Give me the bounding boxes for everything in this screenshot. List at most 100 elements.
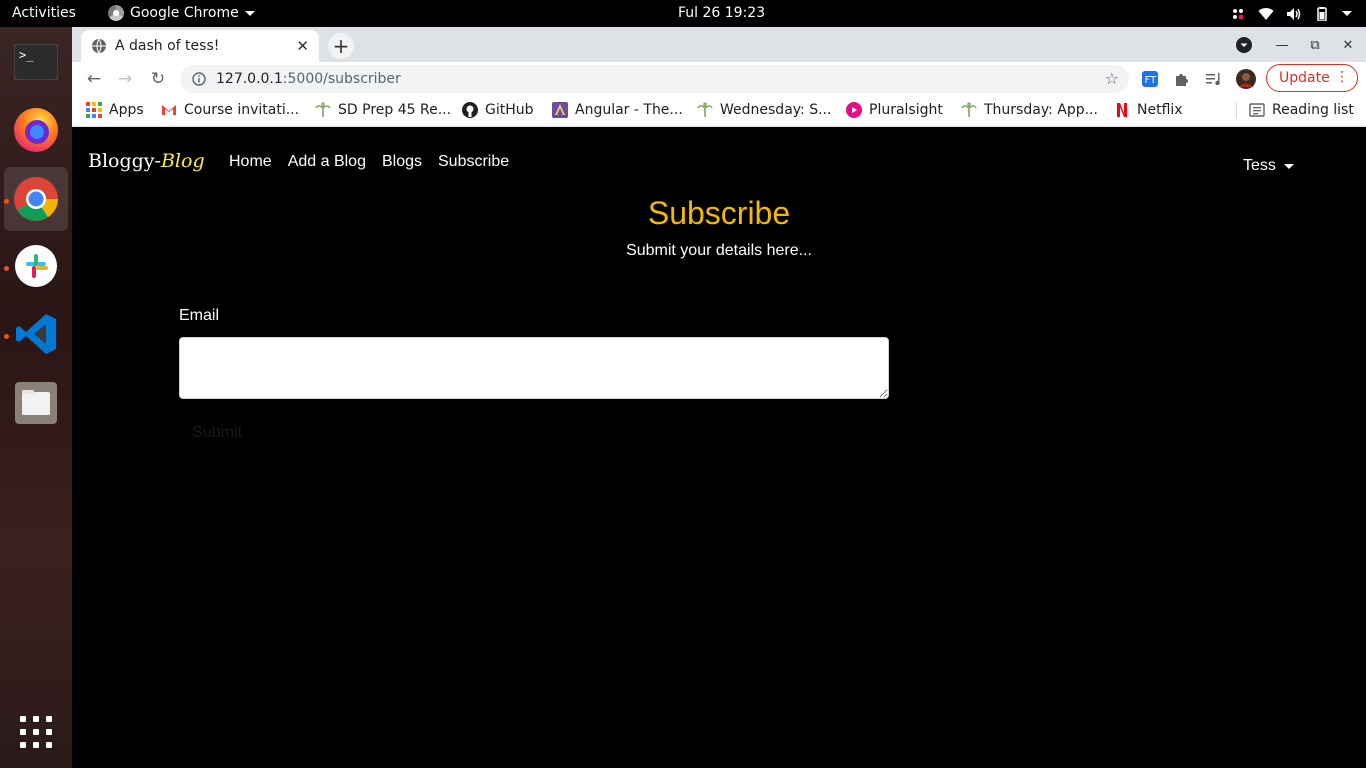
- email-field[interactable]: [179, 337, 889, 399]
- running-indicator: [4, 334, 9, 339]
- gmail-icon: [162, 105, 176, 115]
- tab-search-icon: [1236, 37, 1252, 53]
- bookmark-label: Course invitati...: [184, 102, 300, 118]
- system-top-bar: Activities Google Chrome Ful 26 19:23: [0, 0, 1366, 27]
- chrome-icon: [108, 5, 124, 21]
- dock: >_: [0, 27, 72, 768]
- nav-home[interactable]: Home: [229, 153, 272, 171]
- bookmark-label: SD Prep 45 Re...: [338, 102, 452, 118]
- app-menu[interactable]: Google Chrome: [108, 5, 255, 21]
- submit-button[interactable]: Submit: [179, 421, 255, 445]
- apps-grid-icon: [86, 102, 102, 118]
- extension-ft-icon: FT: [1142, 71, 1158, 87]
- chevron-down-icon: [244, 10, 255, 16]
- minimize-button[interactable]: —: [1270, 33, 1294, 57]
- bookmark-sd-prep[interactable]: SD Prep 45 Re...: [315, 102, 451, 118]
- palm-tree-icon: [961, 102, 977, 117]
- angular-logo-icon: [552, 102, 568, 118]
- site-brand[interactable]: Bloggy-Blog: [88, 150, 205, 172]
- minimize-icon: —: [1275, 37, 1289, 53]
- reading-list-button[interactable]: Reading list: [1236, 102, 1354, 118]
- page-title: Subscribe: [647, 195, 791, 231]
- bookmark-netflix[interactable]: Netflix: [1114, 102, 1183, 118]
- wifi-icon: [1258, 7, 1274, 21]
- volume-icon: [1286, 7, 1302, 21]
- palm-tree-icon: [315, 102, 331, 117]
- nav-subscribe[interactable]: Subscribe: [438, 153, 509, 171]
- pluralsight-icon: [846, 102, 862, 118]
- activities-button[interactable]: Activities: [12, 5, 76, 21]
- globe-icon: [92, 38, 106, 54]
- terminal-icon: >_: [14, 44, 58, 80]
- bookmark-apps[interactable]: Apps: [86, 102, 144, 118]
- chrome-icon: [14, 177, 58, 221]
- bookmark-course-invitation[interactable]: Course invitati...: [161, 102, 299, 118]
- update-button[interactable]: Update ⋮: [1266, 64, 1358, 92]
- running-indicator: [4, 266, 9, 271]
- puzzle-icon: [1176, 74, 1188, 86]
- page-subtitle: Submit your details here...: [626, 242, 812, 259]
- dock-chrome[interactable]: [4, 167, 68, 231]
- nav-blogs[interactable]: Blogs: [382, 153, 422, 171]
- url-path: :5000/subscriber: [282, 71, 401, 87]
- system-tray[interactable]: [1230, 0, 1366, 27]
- info-icon: [192, 72, 206, 86]
- close-icon: ✕: [1342, 37, 1354, 53]
- bookmark-label: Netflix: [1137, 102, 1183, 118]
- browser-toolbar: ← → ↻ 127.0.0.1:5000/subscriber ☆ FT Upd…: [72, 62, 1366, 95]
- back-arrow-icon: ←: [86, 69, 102, 89]
- url-host: 127.0.0.1: [216, 71, 283, 87]
- vscode-icon: [16, 314, 56, 354]
- reading-list-label: Reading list: [1272, 102, 1354, 118]
- extensions-menu-button[interactable]: [1171, 68, 1193, 90]
- app-grid-icon: [20, 716, 52, 748]
- dock-files[interactable]: [4, 371, 68, 435]
- reload-button[interactable]: ↻: [146, 67, 170, 91]
- bookmark-star-icon[interactable]: ☆: [1105, 69, 1119, 88]
- restore-icon: ⧉: [1310, 37, 1320, 53]
- nav-add-blog[interactable]: Add a Blog: [288, 153, 366, 171]
- media-controls-button[interactable]: [1203, 68, 1225, 90]
- bookmark-label: Pluralsight: [869, 102, 943, 118]
- bookmark-thursday[interactable]: Thursday: App...: [961, 102, 1098, 118]
- maximize-button[interactable]: ⧉: [1303, 33, 1327, 57]
- media-playlist-icon: [1206, 73, 1220, 86]
- bookmark-pluralsight[interactable]: Pluralsight: [846, 102, 943, 118]
- dock-vscode[interactable]: [4, 302, 68, 366]
- bookmark-label: Thursday: App...: [984, 102, 1098, 118]
- tab-active[interactable]: A dash of tess! ✕: [81, 30, 319, 62]
- back-button[interactable]: ←: [82, 67, 106, 91]
- user-dropdown[interactable]: Tess: [1243, 157, 1294, 175]
- site-nav: Home Add a Blog Blogs Subscribe: [229, 153, 509, 171]
- profile-avatar[interactable]: [1235, 68, 1257, 90]
- bookmark-label: GitHub: [485, 102, 534, 118]
- close-window-button[interactable]: ✕: [1336, 33, 1360, 57]
- more-vert-icon: ⋮: [1335, 69, 1349, 85]
- show-applications-button[interactable]: [4, 700, 68, 764]
- bookmark-github[interactable]: GitHub: [462, 102, 534, 118]
- clock[interactable]: Ful 26 19:23: [678, 5, 765, 21]
- dock-slack[interactable]: [4, 234, 68, 298]
- new-tab-button[interactable]: +: [328, 33, 354, 59]
- update-label: Update: [1279, 70, 1330, 86]
- tab-search-button[interactable]: [1232, 33, 1256, 57]
- close-tab-icon[interactable]: ✕: [296, 37, 309, 55]
- netflix-icon: [1117, 103, 1127, 117]
- brand-accent: Blog: [160, 150, 205, 172]
- extension-button[interactable]: FT: [1139, 68, 1161, 90]
- battery-icon: [1314, 6, 1330, 22]
- slack-tray-icon: [1230, 7, 1246, 21]
- svg-text:FT: FT: [1145, 75, 1158, 86]
- tab-strip: A dash of tess! ✕ + — ⧉ ✕: [72, 27, 1366, 62]
- brand-main: Bloggy-: [88, 150, 161, 172]
- forward-button[interactable]: →: [113, 67, 137, 91]
- dock-terminal[interactable]: >_: [4, 30, 68, 94]
- dock-firefox[interactable]: [4, 98, 68, 162]
- user-name: Tess: [1243, 157, 1276, 174]
- email-label: Email: [179, 307, 220, 324]
- bookmark-angular[interactable]: Angular - The...: [552, 102, 683, 118]
- bookmark-wednesday[interactable]: Wednesday: S...: [697, 102, 831, 118]
- firefox-icon: [14, 108, 58, 152]
- address-bar[interactable]: 127.0.0.1:5000/subscriber ☆: [180, 65, 1129, 93]
- bookmark-label: Apps: [109, 102, 144, 118]
